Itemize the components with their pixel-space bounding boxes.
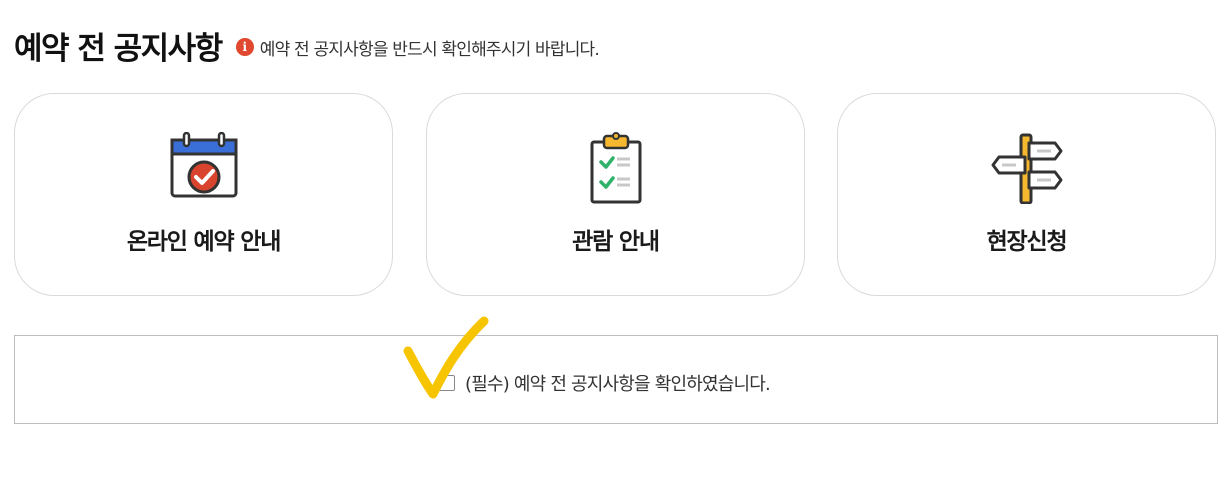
card-online-reservation[interactable]: 온라인 예약 안내 [14, 93, 393, 296]
title-row: 예약 전 공지사항 i 예약 전 공지사항을 반드시 확인해주시기 바랍니다. [14, 22, 600, 68]
agreement-box: (필수) 예약 전 공지사항을 확인하였습니다. [14, 335, 1218, 424]
clipboard-checklist-icon [427, 132, 804, 204]
page-title: 예약 전 공지사항 [14, 30, 223, 67]
page: 예약 전 공지사항 i 예약 전 공지사항을 반드시 확인해주시기 바랍니다. … [0, 0, 1230, 482]
card-visit-guide[interactable]: 관람 안내 [426, 93, 805, 296]
agreement-row[interactable]: (필수) 예약 전 공지사항을 확인하였습니다. [435, 370, 771, 396]
agreement-label[interactable]: (필수) 예약 전 공지사항을 확인하였습니다. [465, 370, 771, 396]
card-label: 현장신청 [986, 229, 1068, 255]
card-label: 온라인 예약 안내 [126, 229, 282, 255]
signpost-icon [838, 132, 1215, 204]
notice-text: 예약 전 공지사항을 반드시 확인해주시기 바랍니다. [259, 39, 600, 60]
card-label: 관람 안내 [572, 229, 660, 255]
info-icon: i [235, 38, 254, 56]
card-onsite-application[interactable]: 현장신청 [837, 93, 1216, 296]
calendar-check-icon [15, 132, 392, 204]
notice: i 예약 전 공지사항을 반드시 확인해주시기 바랍니다. [235, 35, 600, 60]
agreement-checkbox[interactable] [439, 375, 455, 391]
